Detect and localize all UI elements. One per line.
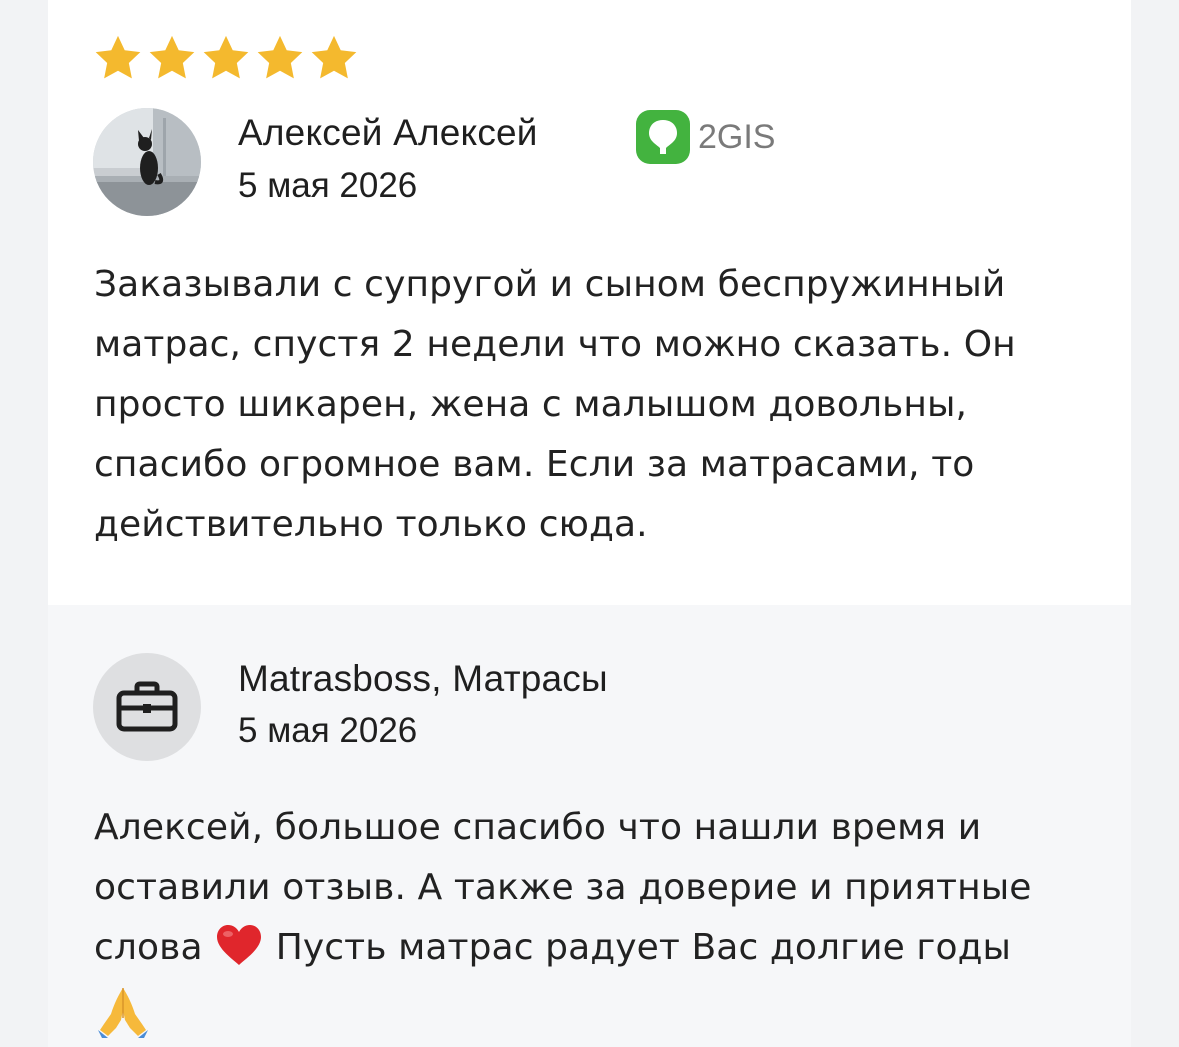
review-date: 5 мая 2026: [238, 166, 418, 205]
business-avatar: [93, 653, 201, 761]
star-icon: [257, 35, 303, 79]
reply-text: Алексей, большое спасибо что нашли время…: [94, 798, 1104, 1038]
reply-author-name[interactable]: Matrasboss, Матрасы: [238, 658, 608, 700]
review-source: 2GIS: [636, 110, 775, 164]
reply-text-part2: Пусть матрас радует Вас долгие годы: [275, 927, 1012, 968]
review-card: Алексей Алексей 5 мая 2026 2GIS Заказыва…: [48, 0, 1131, 1047]
cat-photo-avatar: [93, 108, 201, 216]
reply-date: 5 мая 2026: [238, 711, 418, 750]
source-label: 2GIS: [698, 117, 776, 156]
rating-stars: [92, 32, 360, 84]
folded-hands-icon: [98, 988, 148, 1038]
author-avatar[interactable]: [93, 108, 201, 216]
review-text: Заказывали с супругой и сыном беспружинн…: [94, 264, 1016, 545]
star-icon: [95, 35, 141, 79]
star-icon: [149, 35, 195, 79]
red-heart-icon: [217, 925, 262, 965]
2gis-logo-icon: [636, 110, 690, 164]
star-icon: [203, 35, 249, 79]
briefcase-icon: [116, 681, 178, 732]
star-icon: [311, 35, 357, 79]
review-author-name[interactable]: Алексей Алексей: [238, 112, 538, 154]
